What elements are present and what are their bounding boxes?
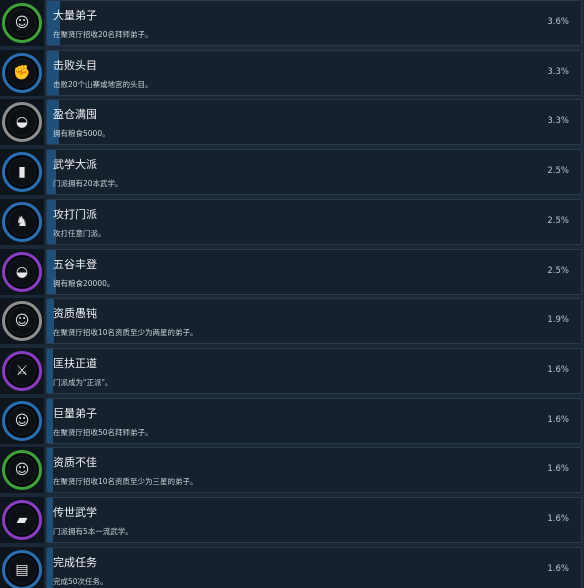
book-icon: ▰ bbox=[2, 500, 42, 540]
achievement-panel: 攻打门派攻打任意门派。 2.5% bbox=[46, 199, 582, 245]
achievement-panel: 匡扶正道门派成为"正派"。 1.6% bbox=[46, 348, 582, 394]
achievement-icon-frame: ▰ bbox=[0, 497, 44, 543]
scroll-icon: ▮ bbox=[2, 152, 42, 192]
achievement-row: ◒ 盈仓满囤拥有粮食5000。 3.3% bbox=[0, 99, 584, 145]
achievement-title: 传世武学 bbox=[53, 506, 97, 519]
unlock-percentage: 2.5% bbox=[547, 216, 569, 226]
achievement-icon-frame: ☺ bbox=[0, 398, 44, 444]
achievement-description: 门派成为"正派"。 bbox=[53, 378, 113, 387]
achievement-description: 拥有粮食20000。 bbox=[53, 279, 115, 288]
achievement-row: ▰ 传世武学门派拥有5本一流武学。 1.6% bbox=[0, 497, 584, 543]
achievement-icon-frame: ▤ bbox=[0, 547, 44, 588]
rice-bowl-icon: ◒ bbox=[2, 102, 42, 142]
achievement-title: 盈仓满囤 bbox=[53, 108, 97, 121]
achievement-description: 在聚贤厅招收20名拜师弟子。 bbox=[53, 30, 153, 39]
achievement-title: 五谷丰登 bbox=[53, 258, 97, 271]
unlock-percentage: 1.6% bbox=[547, 514, 569, 524]
unlock-percentage: 1.6% bbox=[547, 464, 569, 474]
unlock-percentage: 2.5% bbox=[547, 266, 569, 276]
achievement-panel: 五谷丰登拥有粮食20000。 2.5% bbox=[46, 249, 582, 295]
achievement-row: ☺ 大量弟子在聚贤厅招收20名拜师弟子。 3.6% bbox=[0, 0, 584, 46]
disciple-icon: ☺ bbox=[2, 3, 42, 43]
achievement-panel: 巨量弟子在聚贤厅招收50名拜师弟子。 1.6% bbox=[46, 398, 582, 444]
achievement-icon-frame: ☺ bbox=[0, 0, 44, 46]
achievement-panel: 大量弟子在聚贤厅招收20名拜师弟子。 3.6% bbox=[46, 0, 582, 46]
achievement-row: ☺ 资质愚钝在聚贤厅招收10名资质至少为两星的弟子。 1.9% bbox=[0, 298, 584, 344]
achievement-panel: 武学大派门派拥有20本武学。 2.5% bbox=[46, 149, 582, 195]
achievement-description: 在聚贤厅招收10名资质至少为三星的弟子。 bbox=[53, 477, 198, 486]
unlock-percentage: 1.6% bbox=[547, 564, 569, 574]
achievement-description: 攻打任意门派。 bbox=[53, 229, 106, 238]
achievement-panel: 资质愚钝在聚贤厅招收10名资质至少为两星的弟子。 1.9% bbox=[46, 298, 582, 344]
achievement-title: 资质愚钝 bbox=[53, 307, 97, 320]
achievement-description: 门派拥有5本一流武学。 bbox=[53, 527, 133, 536]
achievement-list: ☺ 大量弟子 在聚贤厅招收20名拜师弟子。 3.6% ✊ 击败头目 击败20个山寨或地宫的头… bbox=[0, 0, 584, 588]
disciple-icon: ☺ bbox=[2, 401, 42, 441]
achievement-description: 在聚贤厅招收10名资质至少为两星的弟子。 bbox=[53, 328, 198, 337]
achievement-row: ▤ 完成任务完成50次任务。 1.6% bbox=[0, 547, 584, 588]
achievement-title: 攻打门派 bbox=[53, 208, 97, 221]
disciple-icon: ☺ bbox=[2, 450, 42, 490]
achievement-icon-frame: ☺ bbox=[0, 298, 44, 344]
achievement-panel: 传世武学门派拥有5本一流武学。 1.6% bbox=[46, 497, 582, 543]
achievement-title: 完成任务 bbox=[53, 556, 97, 569]
warrior-icon: ♞ bbox=[2, 202, 42, 242]
achievement-title: 击败头目 bbox=[53, 59, 97, 72]
achievement-row: ✊ 击败头目击败20个山寨或地宫的头目。 3.3% bbox=[0, 50, 584, 96]
unlock-percentage: 3.6% bbox=[547, 17, 569, 27]
achievement-row: ⚔ 匡扶正道门派成为"正派"。 1.6% bbox=[0, 348, 584, 394]
task-scroll-icon: ▤ bbox=[2, 550, 42, 588]
unlock-percentage: 1.6% bbox=[547, 415, 569, 425]
achievement-panel: 击败头目击败20个山寨或地宫的头目。 3.3% bbox=[46, 50, 582, 96]
achievement-icon-frame: ♞ bbox=[0, 199, 44, 245]
achievement-description: 拥有粮食5000。 bbox=[53, 129, 110, 138]
achievement-row: ◒ 五谷丰登拥有粮食20000。 2.5% bbox=[0, 249, 584, 295]
achievement-title: 资质不佳 bbox=[53, 456, 97, 469]
achievement-description: 完成50次任务。 bbox=[53, 577, 108, 586]
unlock-percentage: 3.3% bbox=[547, 116, 569, 126]
unlock-percentage: 1.9% bbox=[547, 315, 569, 325]
achievement-description: 在聚贤厅招收50名拜师弟子。 bbox=[53, 428, 153, 437]
achievement-panel: 资质不佳在聚贤厅招收10名资质至少为三星的弟子。 1.6% bbox=[46, 447, 582, 493]
achievement-panel: 盈仓满囤拥有粮食5000。 3.3% bbox=[46, 99, 582, 145]
achievement-icon-frame: ◒ bbox=[0, 249, 44, 295]
achievement-row: ♞ 攻打门派攻打任意门派。 2.5% bbox=[0, 199, 584, 245]
achievement-title: 匡扶正道 bbox=[53, 357, 97, 370]
rice-bowl-icon: ◒ bbox=[2, 252, 42, 292]
disciple-icon: ☺ bbox=[2, 301, 42, 341]
arm-flex-icon: ✊ bbox=[2, 53, 42, 93]
unlock-percentage: 2.5% bbox=[547, 166, 569, 176]
swordsman-icon: ⚔ bbox=[2, 351, 42, 391]
achievement-row: ☺ 资质不佳在聚贤厅招收10名资质至少为三星的弟子。 1.6% bbox=[0, 447, 584, 493]
achievement-row: ▮ 武学大派门派拥有20本武学。 2.5% bbox=[0, 149, 584, 195]
unlock-percentage: 3.3% bbox=[547, 67, 569, 77]
achievement-icon-frame: ⚔ bbox=[0, 348, 44, 394]
achievement-icon-frame: ▮ bbox=[0, 149, 44, 195]
achievement-icon-frame: ◒ bbox=[0, 99, 44, 145]
achievement-title: 武学大派 bbox=[53, 158, 97, 171]
achievement-description: 击败20个山寨或地宫的头目。 bbox=[53, 80, 153, 89]
achievement-icon-frame: ✊ bbox=[0, 50, 44, 96]
achievement-row: ☺ 巨量弟子在聚贤厅招收50名拜师弟子。 1.6% bbox=[0, 398, 584, 444]
achievement-title: 大量弟子 bbox=[53, 9, 97, 22]
achievement-panel: 完成任务完成50次任务。 1.6% bbox=[46, 547, 582, 588]
achievement-icon-frame: ☺ bbox=[0, 447, 44, 493]
achievement-title: 巨量弟子 bbox=[53, 407, 97, 420]
achievement-description: 门派拥有20本武学。 bbox=[53, 179, 123, 188]
unlock-percentage: 1.6% bbox=[547, 365, 569, 375]
